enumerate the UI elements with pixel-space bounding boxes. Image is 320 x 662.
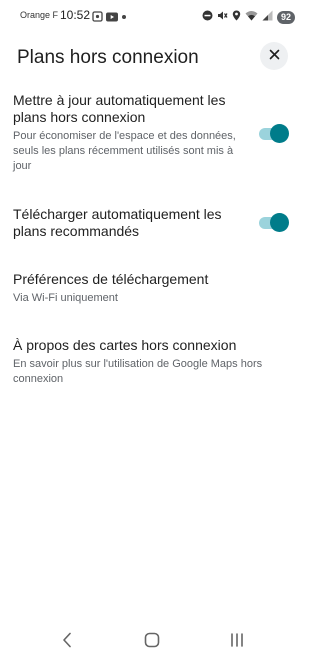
- setting-title: Télécharger automatiquement les plans re…: [13, 206, 222, 239]
- location-icon: [232, 8, 241, 26]
- back-button[interactable]: [52, 628, 82, 656]
- close-icon: [269, 47, 280, 65]
- page-title: Plans hors connexion: [17, 47, 199, 68]
- do-not-disturb-icon: [202, 8, 213, 26]
- recents-button[interactable]: [222, 628, 252, 656]
- setting-description: Pour économiser de l'espace et des donné…: [13, 130, 236, 172]
- setting-download-preferences[interactable]: Préférences de téléchargement Via Wi-Fi …: [13, 271, 288, 306]
- youtube-icon: [106, 9, 118, 27]
- home-button[interactable]: [137, 628, 167, 656]
- setting-download-recommended-plans[interactable]: Télécharger automatiquement les plans re…: [13, 206, 243, 240]
- system-icons: 92: [202, 8, 295, 26]
- signal-icon: [262, 8, 273, 26]
- toggle-thumb: [270, 124, 289, 143]
- setting-description: En savoir plus sur l'utilisation de Goog…: [13, 358, 263, 385]
- battery-indicator: 92: [276, 10, 295, 24]
- setting-title: Préférences de téléchargement: [13, 271, 209, 287]
- dot-icon: [121, 9, 127, 27]
- carrier-label: Orange F: [20, 10, 59, 20]
- header: Plans hors connexion: [0, 42, 305, 74]
- system-nav-bar: [0, 628, 305, 656]
- auto-update-toggle[interactable]: [257, 124, 289, 144]
- close-button[interactable]: [260, 42, 288, 70]
- setting-title: À propos des cartes hors connexion: [13, 337, 237, 353]
- mute-icon: [217, 8, 228, 26]
- recents-icon: [229, 632, 245, 653]
- screenshot-icon: [92, 9, 103, 27]
- setting-description: Via Wi-Fi uniquement: [13, 292, 118, 304]
- wifi-icon: [245, 8, 258, 26]
- back-icon: [62, 632, 72, 653]
- clock: 10:52: [60, 8, 91, 22]
- download-recommended-toggle[interactable]: [257, 213, 289, 233]
- setting-title: Mettre à jour automatiquement les plans …: [13, 92, 226, 125]
- notification-icons: [92, 9, 127, 27]
- screen: Orange F 10:52 92 Plans hors connexion M…: [0, 0, 305, 662]
- status-bar: Orange F 10:52 92: [0, 0, 305, 30]
- home-icon: [144, 632, 160, 653]
- setting-auto-update-plans[interactable]: Mettre à jour automatiquement les plans …: [13, 92, 243, 174]
- setting-about-offline-maps[interactable]: À propos des cartes hors connexion En sa…: [13, 337, 293, 387]
- toggle-thumb: [270, 213, 289, 232]
